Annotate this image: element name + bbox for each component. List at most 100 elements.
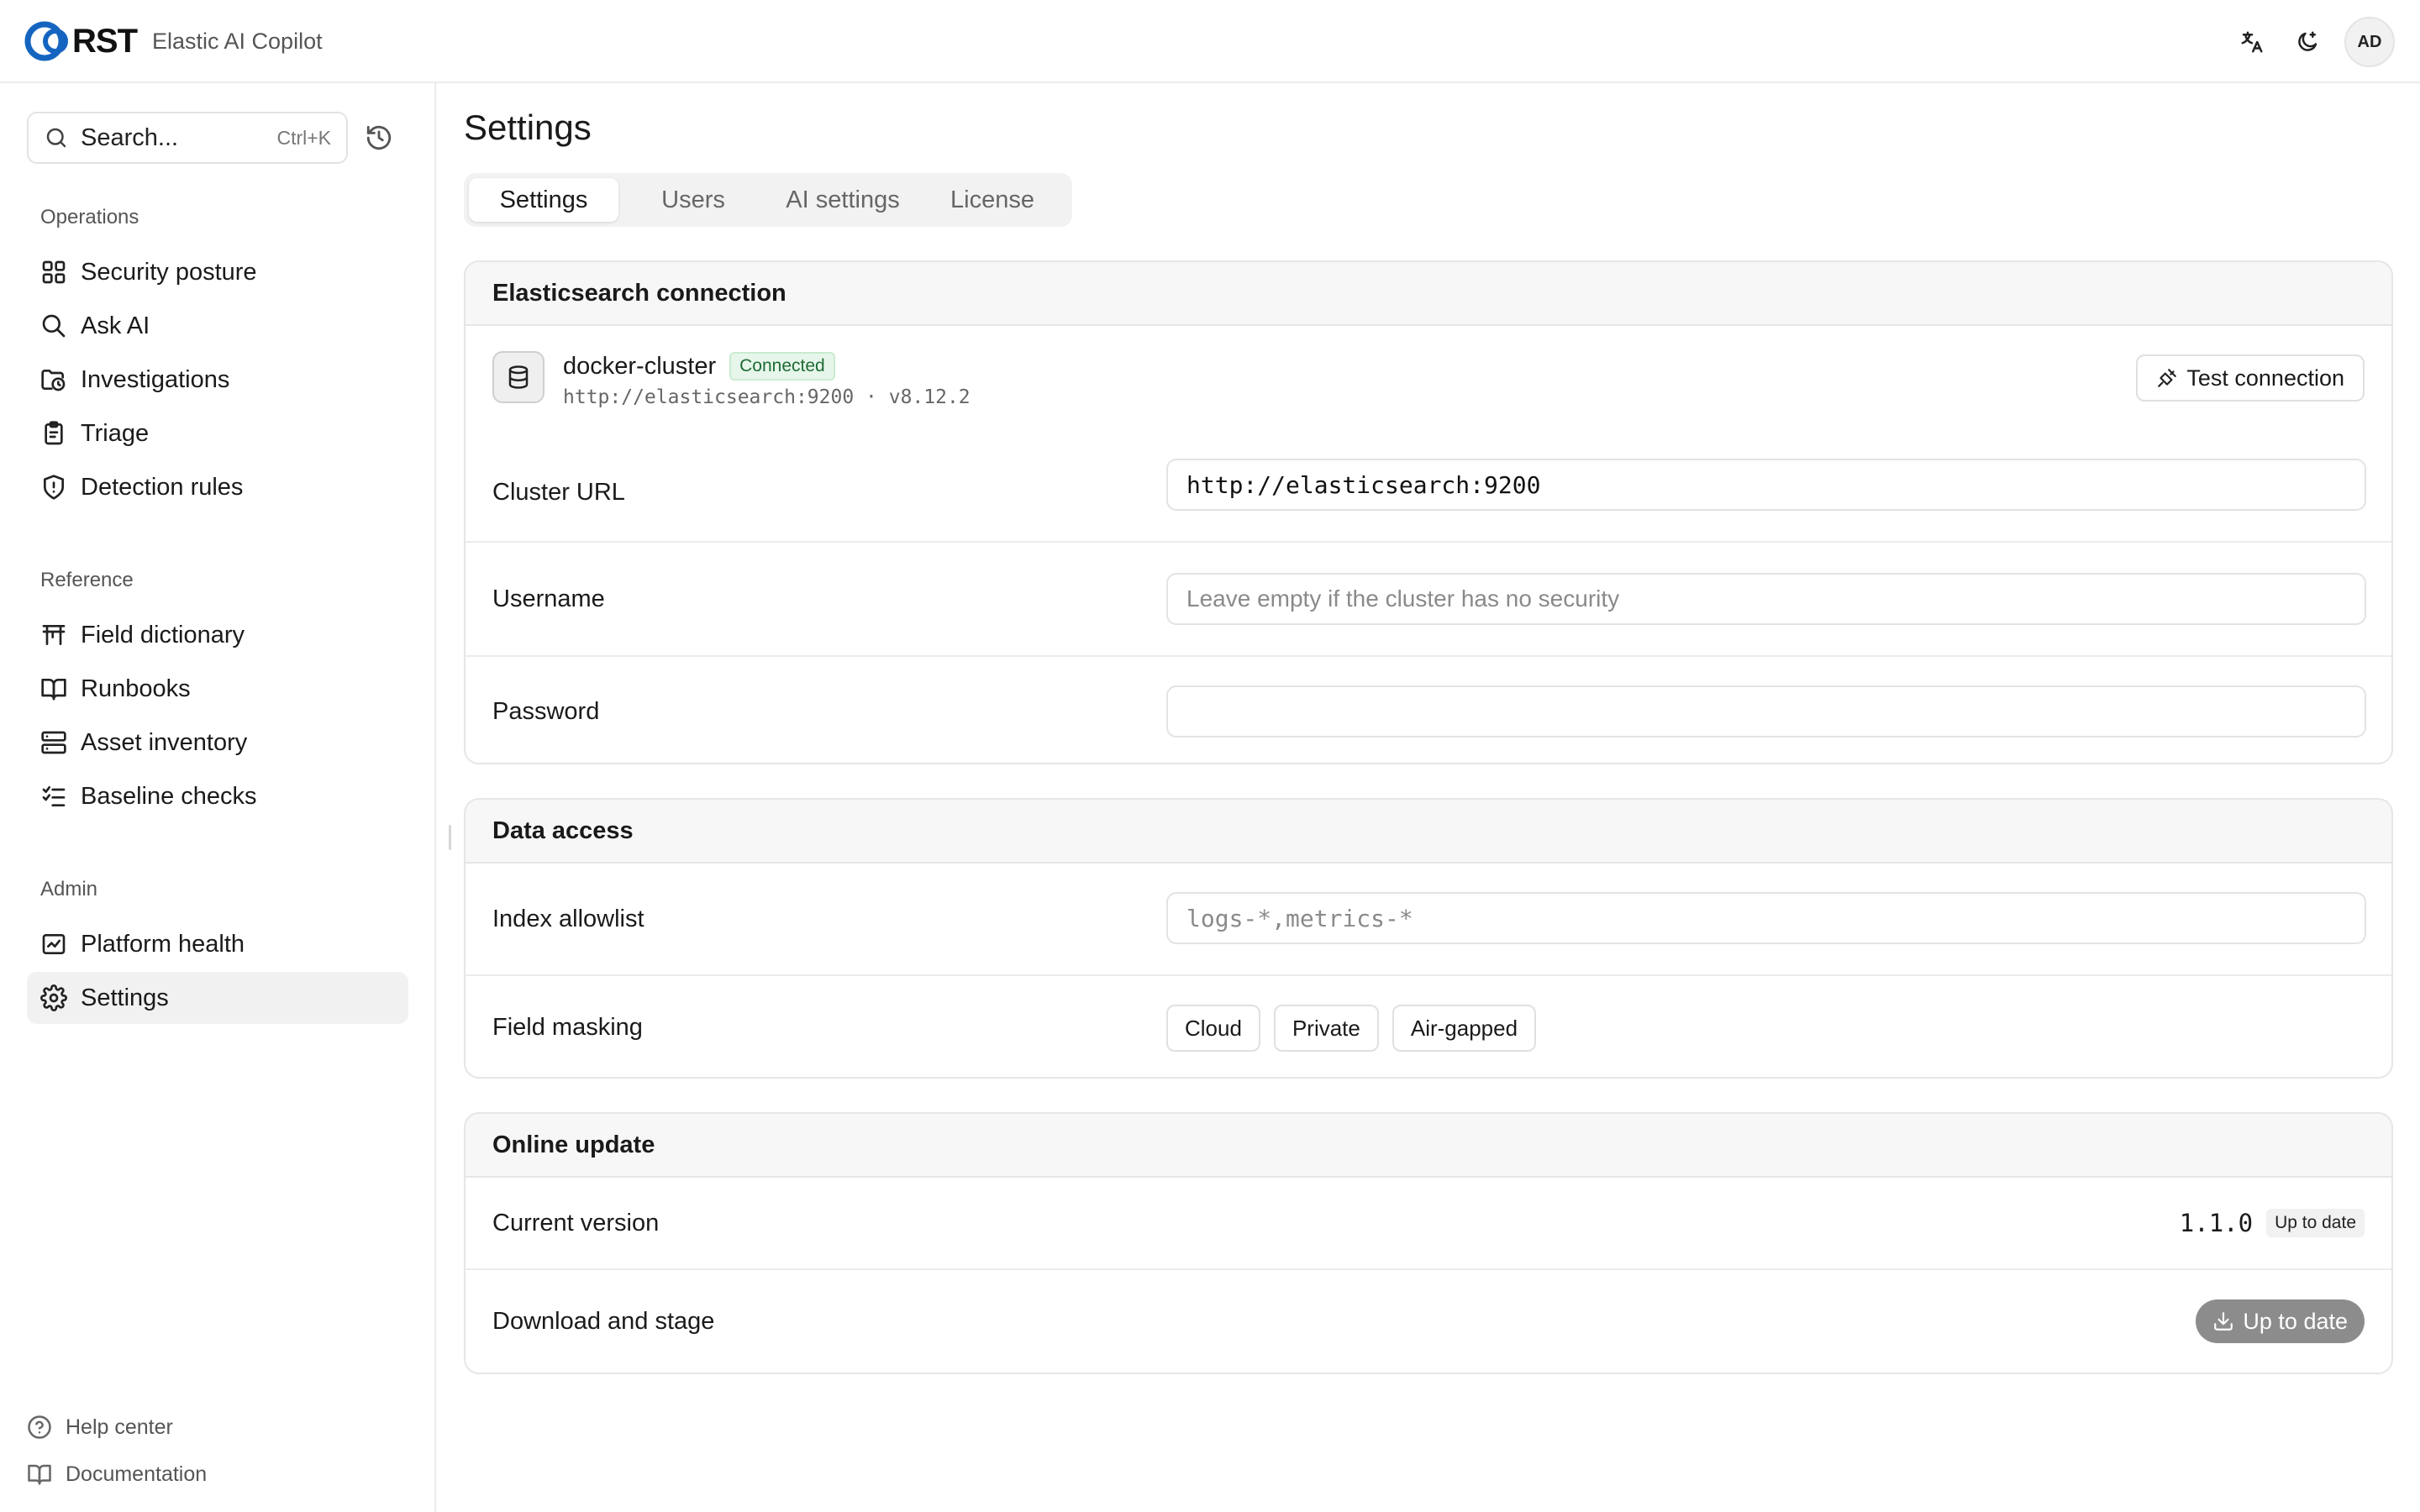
cluster-summary: docker-cluster Connected http://elastics… (466, 326, 2391, 444)
sidebar-item-platform-health[interactable]: Platform health (27, 918, 408, 970)
download-stage-row: Download and stage Up to date (466, 1268, 2391, 1373)
clipboard-icon (40, 420, 67, 447)
table-icon (40, 622, 67, 648)
password-input[interactable] (1166, 685, 2366, 738)
nav-section-admin: Admin (40, 878, 98, 900)
search-icon (40, 312, 67, 339)
sidebar-item-baseline-checks[interactable]: Baseline checks (27, 770, 408, 822)
masking-option-cloud[interactable]: Cloud (1166, 1005, 1260, 1052)
search-input[interactable]: Search... Ctrl+K (27, 112, 348, 164)
download-stage-button[interactable]: Up to date (2196, 1299, 2365, 1343)
username-label: Username (492, 585, 605, 612)
sidebar-item-label: Asset inventory (81, 728, 248, 756)
test-connection-label: Test connection (2186, 365, 2344, 391)
field-masking-row: Field masking Cloud Private Air-gapped (466, 974, 2391, 1077)
folder-clock-icon (40, 366, 67, 393)
cluster-url-label: Cluster URL (492, 478, 625, 506)
username-row: Username Leave empty if the cluster has … (466, 541, 2391, 655)
top-bar: RST Elastic AI Copilot AD (0, 0, 2420, 83)
search-shortcut: Ctrl+K (276, 126, 331, 149)
sidebar-item-settings[interactable]: Settings (27, 972, 408, 1024)
book-open-icon (40, 675, 67, 702)
help-circle-icon (27, 1415, 52, 1440)
history-icon[interactable] (365, 123, 395, 154)
masking-option-air-gapped[interactable]: Air-gapped (1392, 1005, 1537, 1052)
sidebar-item-triage[interactable]: Triage (27, 407, 408, 459)
current-version-row: Current version 1.1.0 Up to date (466, 1178, 2391, 1268)
cluster-name: docker-cluster (563, 352, 717, 380)
logo-icon (22, 18, 76, 64)
current-version-label: Current version (492, 1209, 660, 1236)
nav-section-operations: Operations (40, 206, 139, 228)
avatar[interactable]: AD (2344, 17, 2395, 67)
logo-text: RST (72, 22, 138, 60)
sidebar-item-label: Investigations (81, 365, 230, 393)
sidebar-item-label: Runbooks (81, 675, 191, 702)
search-icon (44, 125, 69, 150)
sidebar-item-label: Baseline checks (81, 782, 257, 810)
current-version-value: 1.1.0 (2179, 1209, 2254, 1237)
sidebar-item-ask-ai[interactable]: Ask AI (27, 300, 408, 352)
documentation-link[interactable]: Documentation (27, 1457, 207, 1491)
download-icon (2212, 1310, 2234, 1332)
tab-bar: Settings Users AI settings License (464, 173, 1072, 227)
field-masking-label: Field masking (492, 1013, 643, 1041)
documentation-label: Documentation (66, 1462, 208, 1486)
download-stage-label: Download and stage (492, 1307, 715, 1335)
nav-section-reference: Reference (40, 569, 134, 591)
sidebar-item-runbooks[interactable]: Runbooks (27, 663, 408, 715)
gear-icon (40, 984, 67, 1011)
test-connection-button[interactable]: Test connection (2136, 354, 2365, 402)
download-stage-button-label: Up to date (2243, 1308, 2348, 1334)
translate-icon[interactable] (2233, 24, 2270, 60)
index-allowlist-row: Index allowlist logs-*,metrics-* (466, 864, 2391, 974)
password-row: Password (466, 655, 2391, 763)
sidebar-item-label: Detection rules (81, 473, 244, 501)
cluster-meta: http://elasticsearch:9200 · v8.12.2 (563, 386, 971, 408)
sidebar-item-security-posture[interactable]: Security posture (27, 246, 408, 298)
username-input[interactable]: Leave empty if the cluster has no securi… (1166, 573, 2366, 625)
shield-alert-icon (40, 474, 67, 501)
masking-option-private[interactable]: Private (1273, 1005, 1379, 1052)
theme-toggle-icon[interactable] (2289, 24, 2326, 60)
help-center-link[interactable]: Help center (27, 1410, 173, 1444)
sidebar-item-label: Ask AI (81, 312, 150, 339)
sidebar-item-label: Settings (81, 984, 169, 1011)
book-icon (27, 1462, 52, 1487)
plug-icon (2156, 367, 2178, 389)
status-badge: Up to date (2266, 1209, 2365, 1237)
sidebar-item-label: Triage (81, 419, 150, 447)
app-name: Elastic AI Copilot (152, 28, 323, 54)
server-icon (40, 729, 67, 756)
sidebar-item-asset-inventory[interactable]: Asset inventory (27, 717, 408, 769)
data-access-card: Data access Index allowlist logs-*,metri… (464, 798, 2393, 1079)
tab-settings[interactable]: Settings (469, 178, 618, 222)
sidebar-item-investigations[interactable]: Investigations (27, 354, 408, 406)
sidebar-item-field-dictionary[interactable]: Field dictionary (27, 609, 408, 661)
sidebar-item-label: Security posture (81, 258, 257, 286)
sidebar-item-detection-rules[interactable]: Detection rules (27, 461, 408, 513)
online-update-card: Online update Current version 1.1.0 Up t… (464, 1112, 2393, 1374)
help-center-label: Help center (66, 1415, 173, 1439)
brand[interactable]: RST Elastic AI Copilot (22, 18, 323, 64)
list-checks-icon (40, 783, 67, 810)
card-title: Elasticsearch connection (492, 279, 786, 307)
page-title: Settings (464, 108, 592, 147)
sidebar: Search... Ctrl+K Operations Security pos… (0, 83, 436, 1512)
tab-license[interactable]: License (918, 178, 1067, 222)
status-badge: Connected (729, 352, 835, 381)
tab-users[interactable]: Users (618, 178, 768, 222)
index-allowlist-input[interactable]: logs-*,metrics-* (1166, 892, 2366, 944)
elasticsearch-connection-card: Elasticsearch connection docker-cluster … (464, 260, 2393, 764)
sidebar-resize-handle[interactable] (449, 825, 451, 850)
index-allowlist-label: Index allowlist (492, 905, 644, 932)
tab-ai-settings[interactable]: AI settings (768, 178, 918, 222)
database-icon (492, 351, 544, 403)
grid-icon (40, 259, 67, 286)
card-title: Data access (492, 816, 634, 844)
activity-icon (40, 931, 67, 958)
sidebar-item-label: Field dictionary (81, 621, 245, 648)
cluster-url-row: Cluster URL http://elasticsearch:9200 (466, 444, 2391, 541)
cluster-url-input[interactable]: http://elasticsearch:9200 (1166, 459, 2366, 511)
sidebar-item-label: Platform health (81, 930, 245, 958)
